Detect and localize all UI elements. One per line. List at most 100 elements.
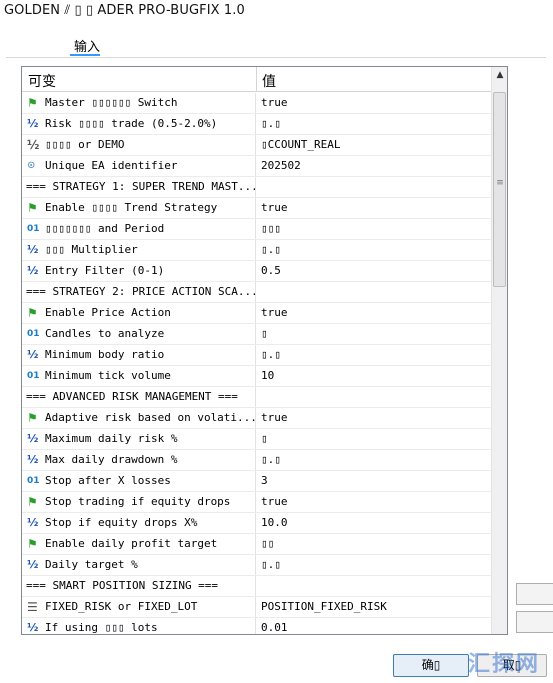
parameter-row[interactable]: ☰ FIXED_RISK or FIXED_LOT POSITION_FIXED_R…	[22, 597, 491, 618]
parameter-row[interactable]: 01 Minimum tick volume 10	[22, 366, 491, 387]
parameter-value-cell[interactable]: ▯.▯	[257, 240, 491, 260]
int-icon: 01	[27, 224, 40, 234]
parameter-name: ▯▯▯▯▯▯▯ and Period	[45, 222, 165, 235]
parameter-name-cell[interactable]: ☰ FIXED_RISK or FIXED_LOT	[22, 597, 256, 617]
parameter-value-cell[interactable]: true	[257, 492, 491, 512]
parameter-row[interactable]: ½ Risk ▯▯▯▯ trade (0.5-2.0%) ▯.▯	[22, 114, 491, 135]
column-header-variable[interactable]: 可变	[28, 71, 56, 91]
parameter-value-cell[interactable]: true	[257, 93, 491, 113]
parameter-value-cell[interactable]: 0.5	[257, 261, 491, 281]
tab-separator	[6, 57, 546, 58]
parameter-name-cell[interactable]: ⊙ Unique EA identifier	[22, 156, 256, 176]
parameter-row[interactable]: ½ Entry Filter (0-1) 0.5	[22, 261, 491, 282]
parameter-name-cell[interactable]: === STRATEGY 1: SUPER TREND MAST...	[22, 177, 256, 197]
parameter-value-cell[interactable]: 10.0	[257, 513, 491, 533]
parameter-name-cell[interactable]: 01 Stop after X losses	[22, 471, 256, 491]
parameter-name-cell[interactable]: === STRATEGY 2: PRICE ACTION SCA...	[22, 282, 256, 302]
parameter-name-cell[interactable]: === SMART POSITION SIZING ===	[22, 576, 256, 596]
parameter-value-cell[interactable]	[257, 282, 491, 302]
parameter-row[interactable]: 01 Candles to analyze ▯	[22, 324, 491, 345]
parameter-name-cell[interactable]: === ADVANCED RISK MANAGEMENT ===	[22, 387, 256, 407]
parameter-row[interactable]: 01 Stop after X losses 3	[22, 471, 491, 492]
parameter-name-cell[interactable]: ½ Risk ▯▯▯▯ trade (0.5-2.0%)	[22, 114, 256, 134]
parameter-value-cell[interactable]: true	[257, 303, 491, 323]
parameter-value-cell[interactable]: true	[257, 408, 491, 428]
parameter-row[interactable]: ⚑ Enable daily profit target ▯▯	[22, 534, 491, 555]
parameter-row[interactable]: ⊙ Unique EA identifier 202502	[22, 156, 491, 177]
parameter-value-cell[interactable]: 202502	[257, 156, 491, 176]
parameter-row[interactable]: ⚑ Enable Price Action true	[22, 303, 491, 324]
scroll-up-arrow-icon[interactable]: ▲	[492, 67, 507, 84]
parameter-row[interactable]: ½ Maximum daily risk % ▯	[22, 429, 491, 450]
scroll-thumb[interactable]: ≡	[493, 92, 506, 287]
parameter-name: Entry Filter (0-1)	[45, 264, 165, 277]
ok-button[interactable]: 确▯	[393, 654, 469, 677]
parameter-row[interactable]: ½ Stop if equity drops X% 10.0	[22, 513, 491, 534]
parameter-value-cell[interactable]: 3	[257, 471, 491, 491]
parameter-value-cell[interactable]: POSITION_FIXED_RISK	[257, 597, 491, 617]
parameter-name-cell[interactable]: ⚑ Enable ▯▯▯▯ Trend Strategy	[22, 198, 256, 218]
parameter-value: 3	[261, 474, 268, 487]
section-row[interactable]: === SMART POSITION SIZING ===	[22, 576, 491, 597]
parameter-name-cell[interactable]: ½ Stop if equity drops X%	[22, 513, 256, 533]
parameter-row[interactable]: ½ ▯▯▯▯ or DEMO ▯CCOUNT_REAL	[22, 135, 491, 156]
bool-icon: ⚑	[27, 411, 38, 425]
section-row[interactable]: === ADVANCED RISK MANAGEMENT ===	[22, 387, 491, 408]
vertical-scrollbar[interactable]: ▲ ≡	[491, 67, 507, 634]
parameter-value-cell[interactable]: ▯.▯	[257, 345, 491, 365]
parameter-name-cell[interactable]: ½ If using ▯▯▯ lots	[22, 618, 256, 634]
side-button-1[interactable]	[516, 583, 553, 605]
parameter-value-cell[interactable]: ▯	[257, 324, 491, 344]
parameter-value-cell[interactable]: ▯▯	[257, 534, 491, 554]
title-bar: GOLDEN ⫽ ▯ ▯ ADER PRO-BUGFIX 1.0	[0, 0, 553, 26]
side-button-2[interactable]	[516, 611, 553, 633]
parameter-name-cell[interactable]: ⚑ Enable daily profit target	[22, 534, 256, 554]
parameter-name-cell[interactable]: ⚑ Enable Price Action	[22, 303, 256, 323]
parameter-value-cell[interactable]: 0.01	[257, 618, 491, 634]
parameter-value-cell[interactable]: ▯CCOUNT_REAL	[257, 135, 491, 155]
parameter-value-cell[interactable]: true	[257, 198, 491, 218]
section-row[interactable]: === STRATEGY 2: PRICE ACTION SCA...	[22, 282, 491, 303]
parameter-row[interactable]: ½ Minimum body ratio ▯.▯	[22, 345, 491, 366]
parameter-value-cell[interactable]: ▯▯▯	[257, 219, 491, 239]
parameter-name-cell[interactable]: ½ Minimum body ratio	[22, 345, 256, 365]
parameter-name-cell[interactable]: ⚑ Adaptive risk based on volati...	[22, 408, 256, 428]
section-row[interactable]: === STRATEGY 1: SUPER TREND MAST...	[22, 177, 491, 198]
parameter-value-cell[interactable]: ▯	[257, 429, 491, 449]
parameter-value: ▯.▯	[261, 558, 281, 571]
parameter-name-cell[interactable]: ½ Entry Filter (0-1)	[22, 261, 256, 281]
tab-inputs[interactable]: 输入	[74, 36, 100, 55]
parameter-value-cell[interactable]: ▯.▯	[257, 114, 491, 134]
parameter-row[interactable]: ½ Max daily drawdown % ▯.▯	[22, 450, 491, 471]
parameter-row[interactable]: 01 ▯▯▯▯▯▯▯ and Period ▯▯▯	[22, 219, 491, 240]
parameter-name-cell[interactable]: ½ ▯▯▯▯ or DEMO	[22, 135, 256, 155]
parameter-row[interactable]: ½ ▯▯▯ Multiplier ▯.▯	[22, 240, 491, 261]
parameter-value-cell[interactable]	[257, 387, 491, 407]
parameter-name-cell[interactable]: ⚑ Master ▯▯▯▯▯▯ Switch	[22, 93, 256, 113]
parameter-value-cell[interactable]: ▯.▯	[257, 450, 491, 470]
parameter-value-cell[interactable]: ▯.▯	[257, 555, 491, 575]
parameter-name-cell[interactable]: ½ Maximum daily risk %	[22, 429, 256, 449]
parameter-name-cell[interactable]: ⚑ Stop trading if equity drops	[22, 492, 256, 512]
parameter-row[interactable]: ½ Daily target % ▯.▯	[22, 555, 491, 576]
column-header-value[interactable]: 值	[262, 71, 276, 91]
parameter-value-cell[interactable]	[257, 576, 491, 596]
parameter-value-cell[interactable]: 10	[257, 366, 491, 386]
parameter-name-cell[interactable]: 01 ▯▯▯▯▯▯▯ and Period	[22, 219, 256, 239]
parameter-name: Risk ▯▯▯▯ trade (0.5-2.0%)	[45, 117, 218, 130]
parameter-row[interactable]: ⚑ Master ▯▯▯▯▯▯ Switch true	[22, 93, 491, 114]
parameter-name-cell[interactable]: ½ ▯▯▯ Multiplier	[22, 240, 256, 260]
parameter-row[interactable]: ½ If using ▯▯▯ lots 0.01	[22, 618, 491, 634]
parameter-row[interactable]: ⚑ Stop trading if equity drops true	[22, 492, 491, 513]
parameter-value: true	[261, 201, 288, 214]
parameter-row[interactable]: ⚑ Enable ▯▯▯▯ Trend Strategy true	[22, 198, 491, 219]
parameter-name-cell[interactable]: ½ Max daily drawdown %	[22, 450, 256, 470]
enum-icon: ½	[27, 138, 40, 152]
parameter-name-cell[interactable]: ½ Daily target %	[22, 555, 256, 575]
parameter-name-cell[interactable]: 01 Minimum tick volume	[22, 366, 256, 386]
parameter-value-cell[interactable]	[257, 177, 491, 197]
parameter-name-cell[interactable]: 01 Candles to analyze	[22, 324, 256, 344]
column-separator[interactable]	[256, 67, 257, 92]
bool-icon: ⚑	[27, 306, 38, 320]
parameter-row[interactable]: ⚑ Adaptive risk based on volati... true	[22, 408, 491, 429]
